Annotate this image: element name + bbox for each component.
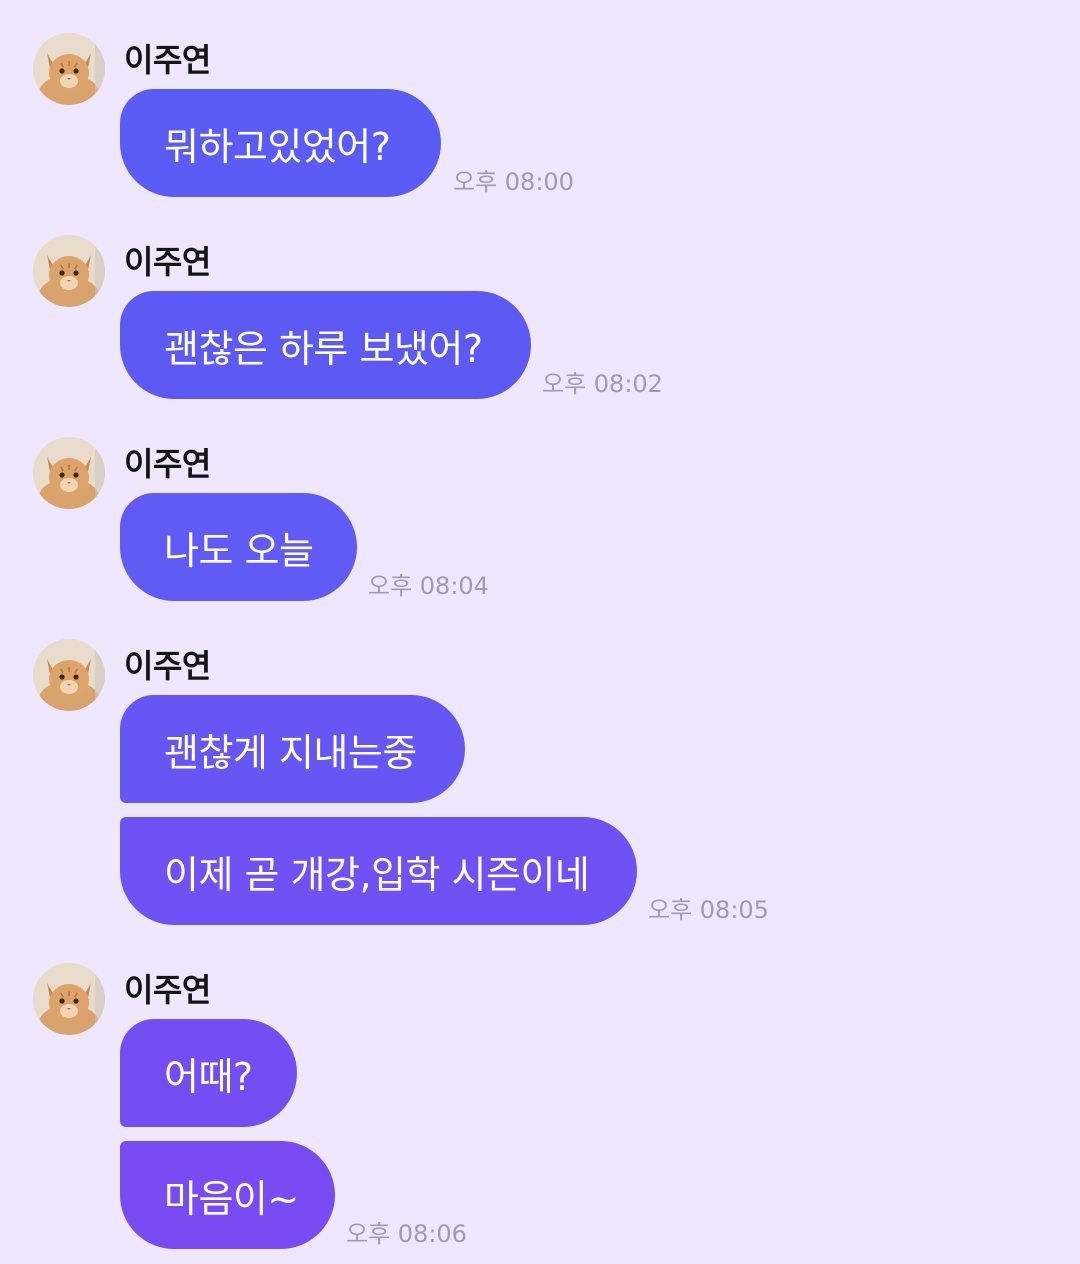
message-bubble[interactable]: 마음이~ [120,1141,335,1249]
sender-name: 이주연 [124,243,211,281]
avatar[interactable] [33,437,105,509]
sender-name: 이주연 [124,41,211,79]
message-timestamp: 오후 08:02 [542,370,663,398]
sender-name: 이주연 [124,445,211,483]
avatar[interactable] [33,963,105,1035]
avatar[interactable] [33,33,105,105]
message-bubble[interactable]: 나도 오늘 [120,493,357,601]
message-bubble[interactable]: 뭐하고있었어? [120,89,441,197]
chat-message-list[interactable]: 이주연 뭐하고있었어? 오후 08:00 이주연 괜찮은 하루 보냈어? 오후 … [0,0,1080,1264]
cat-avatar-icon [33,639,105,711]
message-timestamp: 오후 08:06 [346,1220,467,1248]
message-timestamp: 오후 08:00 [453,168,574,196]
message-timestamp: 오후 08:05 [648,896,769,924]
cat-avatar-icon [33,963,105,1035]
message-bubble[interactable]: 괜찮은 하루 보냈어? [120,291,531,399]
sender-name: 이주연 [124,647,211,685]
cat-avatar-icon [33,235,105,307]
cat-avatar-icon [33,33,105,105]
message-bubble[interactable]: 이제 곧 개강,입학 시즌이네 [120,817,637,925]
message-bubble[interactable]: 괜찮게 지내는중 [120,695,465,803]
cat-avatar-icon [33,437,105,509]
message-bubble[interactable]: 어때? [120,1019,297,1127]
avatar[interactable] [33,235,105,307]
sender-name: 이주연 [124,971,211,1009]
avatar[interactable] [33,639,105,711]
message-timestamp: 오후 08:04 [368,572,489,600]
